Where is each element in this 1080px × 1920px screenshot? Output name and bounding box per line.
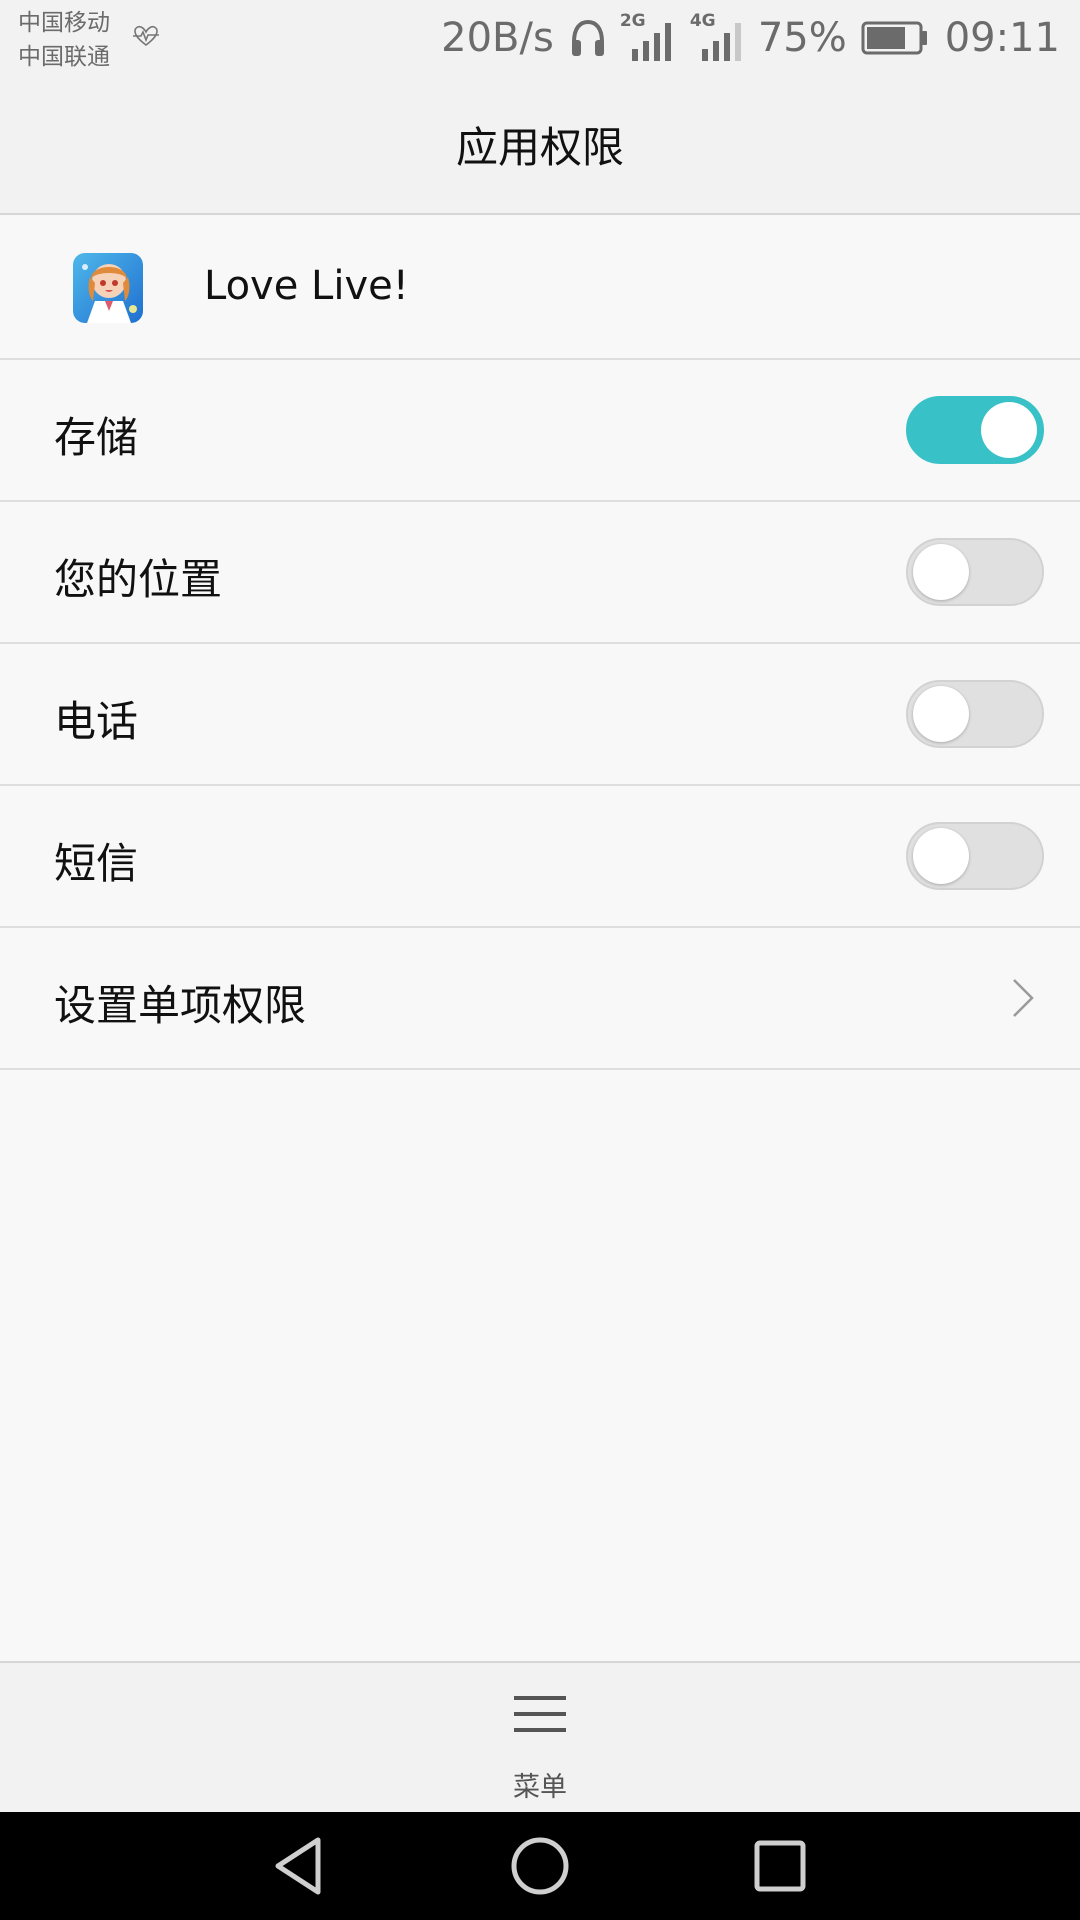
signal-2g: 2G bbox=[618, 11, 680, 63]
toggle-knob bbox=[913, 828, 969, 884]
network-speed: 20B/s bbox=[441, 15, 554, 61]
battery-percent: 75% bbox=[757, 15, 847, 61]
permission-row-phone[interactable]: 电话 bbox=[0, 644, 1080, 786]
individual-permissions-label: 设置单项权限 bbox=[54, 981, 307, 1030]
app-icon bbox=[73, 253, 143, 323]
permission-row-storage[interactable]: 存储 bbox=[0, 360, 1080, 502]
permission-row-sms[interactable]: 短信 bbox=[0, 786, 1080, 928]
app-info-row: Love Live! bbox=[0, 216, 1080, 360]
permission-list: 存储 您的位置 电话 短信 设置单项权限 bbox=[0, 360, 1080, 1070]
toggle-knob bbox=[913, 544, 969, 600]
page-title: 应用权限 bbox=[455, 122, 624, 172]
toggle-knob bbox=[913, 686, 969, 742]
menu-label: 菜单 bbox=[513, 1772, 567, 1803]
storage-toggle[interactable] bbox=[906, 396, 1044, 464]
permission-label: 电话 bbox=[54, 697, 139, 746]
carrier-info: 中国移动 中国联通 bbox=[18, 6, 110, 74]
menu-icon bbox=[514, 1696, 566, 1732]
chevron-right-icon bbox=[1013, 979, 1034, 1017]
location-toggle[interactable] bbox=[906, 538, 1044, 606]
permission-row-location[interactable]: 您的位置 bbox=[0, 502, 1080, 644]
toggle-knob bbox=[981, 402, 1037, 458]
headset-icon bbox=[571, 19, 604, 56]
permission-label: 短信 bbox=[54, 839, 139, 888]
navigation-bar bbox=[0, 1812, 1080, 1920]
sms-toggle[interactable] bbox=[906, 822, 1044, 890]
status-indicators: 20B/s 2G 4G 75% 09:11 bbox=[441, 10, 1060, 66]
back-icon[interactable] bbox=[268, 1834, 332, 1898]
carrier-1: 中国移动 bbox=[18, 10, 110, 36]
bottom-menu-button[interactable]: 菜单 bbox=[0, 1661, 1080, 1812]
clock: 09:11 bbox=[944, 15, 1060, 61]
app-name: Love Live! bbox=[204, 263, 409, 309]
individual-permissions-row[interactable]: 设置单项权限 bbox=[0, 928, 1080, 1070]
phone-toggle[interactable] bbox=[906, 680, 1044, 748]
signal-bars-icon bbox=[631, 23, 671, 61]
battery-icon bbox=[861, 21, 927, 55]
signal-bars-icon bbox=[701, 23, 741, 61]
title-bar: 应用权限 bbox=[0, 75, 1080, 215]
recent-apps-icon[interactable] bbox=[748, 1834, 812, 1898]
app-permissions-screen: 中国移动 中国联通 20B/s 2G 4G 75% 09:11 应用权限 Lov… bbox=[0, 0, 1080, 1920]
heart-pulse-icon bbox=[133, 25, 159, 47]
carrier-2: 中国联通 bbox=[18, 44, 110, 70]
permission-label: 您的位置 bbox=[54, 555, 223, 604]
status-bar: 中国移动 中国联通 20B/s 2G 4G 75% 09:11 bbox=[0, 0, 1080, 75]
home-icon[interactable] bbox=[508, 1834, 572, 1898]
signal-4g: 4G bbox=[688, 11, 750, 63]
permission-label: 存储 bbox=[54, 413, 139, 462]
